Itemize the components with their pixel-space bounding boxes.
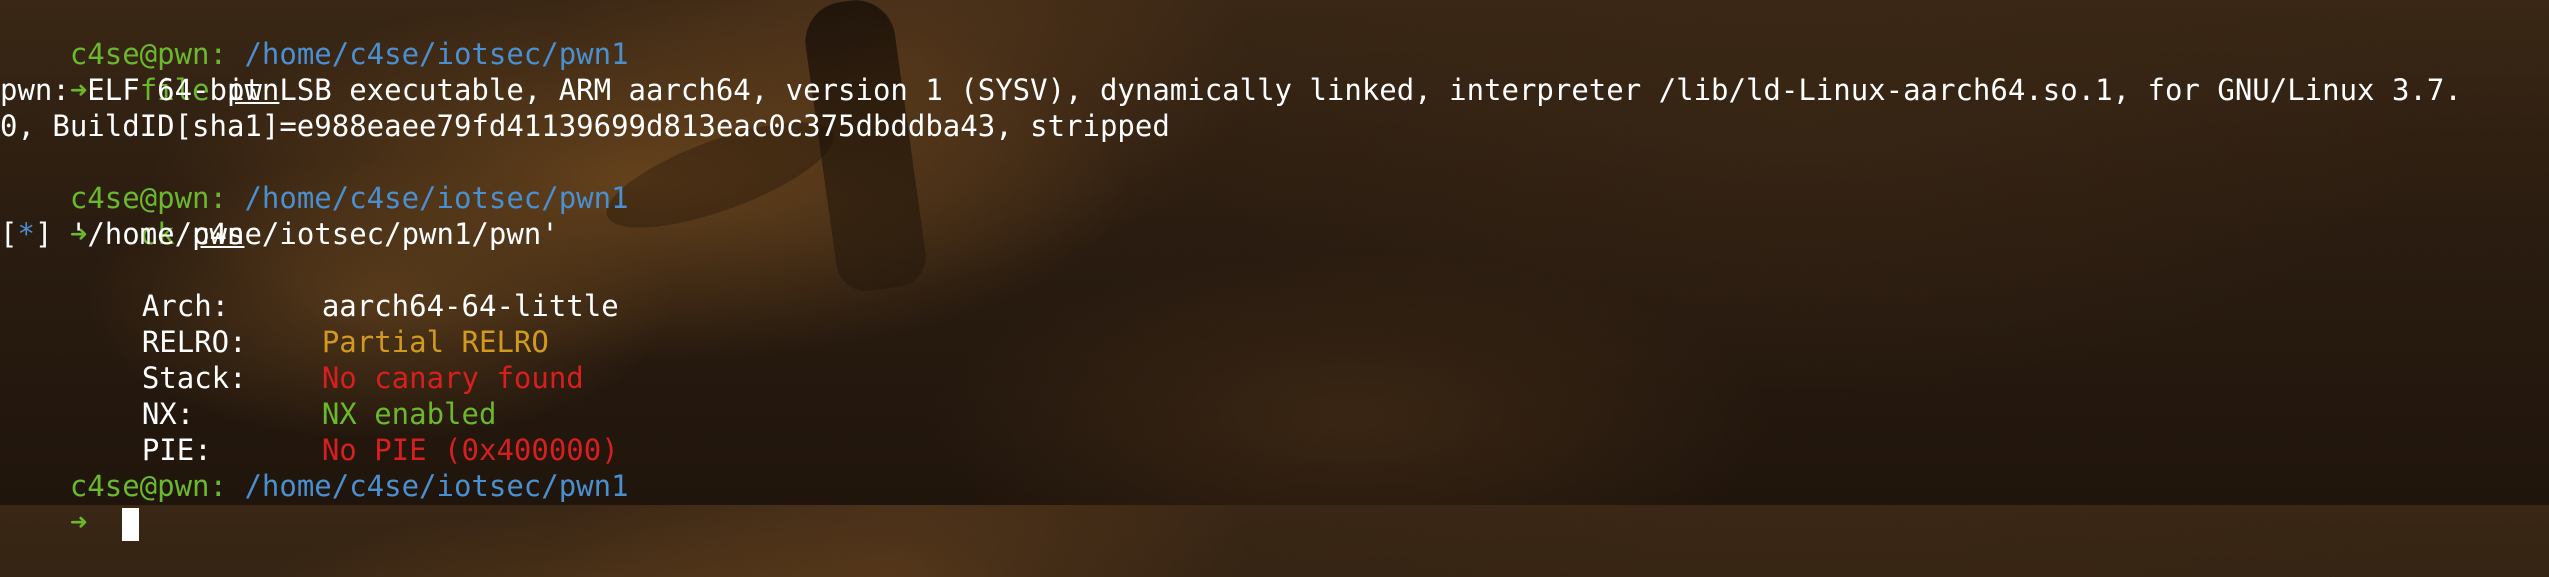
marker-star-icon: * xyxy=(17,217,35,251)
output-line: pwn: ELF 64-bit LSB executable, ARM aarc… xyxy=(0,73,2462,107)
prompt-path: /home/c4se/iotsec/pwn1 xyxy=(244,181,629,215)
checksec-header: [*] '/home/c4se/iotsec/pwn1/pwn' xyxy=(0,216,559,252)
prompt-arrow-icon: ➜ xyxy=(69,505,88,539)
terminal-window[interactable]: c4se@pwn: /home/c4se/iotsec/pwn1 ➜ file … xyxy=(0,0,2549,541)
prompt-path: /home/c4se/iotsec/pwn1 xyxy=(244,469,629,503)
prompt-line: c4se@pwn: /home/c4se/iotsec/pwn1 xyxy=(0,144,629,215)
checksec-row-pie: PIE: No PIE (0x400000) xyxy=(72,396,619,467)
checksec-row-nx: NX: NX enabled xyxy=(72,360,497,431)
output-line: 0, BuildID[sha1]=e988eaee79fd41139699d81… xyxy=(0,109,1170,143)
command-line: ➜ ck pwn xyxy=(0,180,245,251)
marker-close: ] xyxy=(34,217,53,251)
checksec-target: '/home/c4se/iotsec/pwn1/pwn' xyxy=(52,217,559,251)
input-line[interactable]: ➜ xyxy=(0,468,140,541)
prompt-path: /home/c4se/iotsec/pwn1 xyxy=(244,37,629,71)
command-line: ➜ file pwn xyxy=(0,36,280,107)
checksec-row-arch: Arch: aarch64-64-little xyxy=(72,252,619,323)
prompt-line: c4se@pwn: /home/c4se/iotsec/pwn1 xyxy=(0,432,629,503)
marker-open: [ xyxy=(0,217,18,251)
prompt-line: c4se@pwn: /home/c4se/iotsec/pwn1 xyxy=(0,0,629,71)
text-cursor[interactable] xyxy=(122,507,140,541)
checksec-row-relro: RELRO: Partial RELRO xyxy=(72,288,549,359)
checksec-row-stack: Stack: No canary found xyxy=(72,324,584,395)
